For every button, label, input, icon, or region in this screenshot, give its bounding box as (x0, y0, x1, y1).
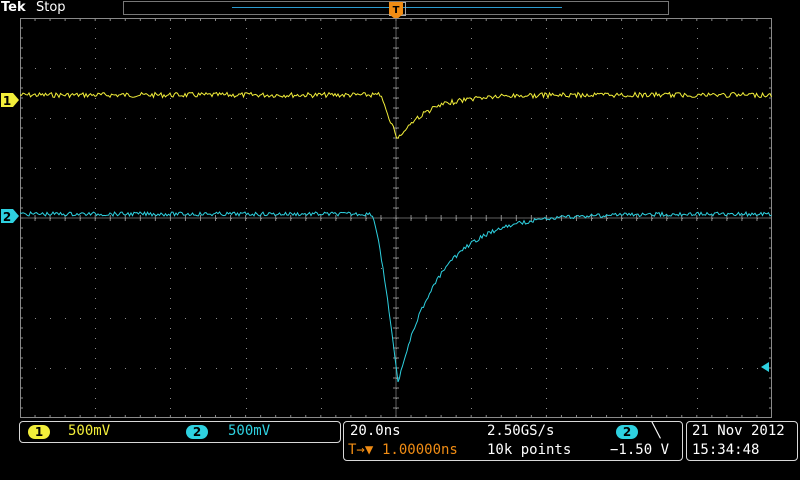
waveform-display[interactable] (20, 18, 772, 418)
time-per-division: 20.0ns (350, 423, 401, 439)
time-label: 15:34:48 (692, 442, 760, 458)
channel-1-marker-number: 1 (3, 94, 11, 108)
horizontal-trigger-readout[interactable]: 20.0ns 2.50GS/s 2 ╲ T→▼ 1.00000ns 10k po… (343, 421, 683, 461)
date-label: 21 Nov 2012 (692, 423, 785, 439)
delay-icon: T→▼ (348, 442, 374, 458)
record-length: 10k points (487, 442, 572, 458)
horizontal-delay: 1.00000ns (382, 442, 458, 458)
channel-2-chip: 2 (186, 425, 208, 439)
channel-1-scale: 500mV (68, 423, 111, 439)
channel-readout-box[interactable]: 1 500mV 2 500mV (19, 421, 341, 443)
trigger-level: −1.50 V (610, 442, 670, 458)
trigger-slope-falling-icon: ╲ (652, 423, 661, 439)
datetime-box: 21 Nov 2012 15:34:48 (686, 421, 798, 461)
trigger-marker-top-letter: T (393, 5, 400, 16)
channel-2-ground-marker[interactable]: 2 (0, 208, 20, 224)
channel-1-chip: 1 (28, 425, 50, 439)
brand-label: Tek (1, 0, 26, 15)
channel-1-ground-marker[interactable]: 1 (0, 92, 20, 108)
trigger-source-chip: 2 (616, 425, 638, 439)
channel-2-scale: 500mV (228, 423, 271, 439)
channel-2-marker-number: 2 (3, 210, 11, 224)
bottom-status-bar: 1 500mV 2 500mV 20.0ns 2.50GS/s 2 ╲ T→▼ … (0, 419, 800, 480)
sample-rate: 2.50GS/s (487, 423, 555, 439)
acquisition-state: Stop (36, 0, 66, 15)
trigger-level-marker[interactable] (759, 361, 771, 373)
